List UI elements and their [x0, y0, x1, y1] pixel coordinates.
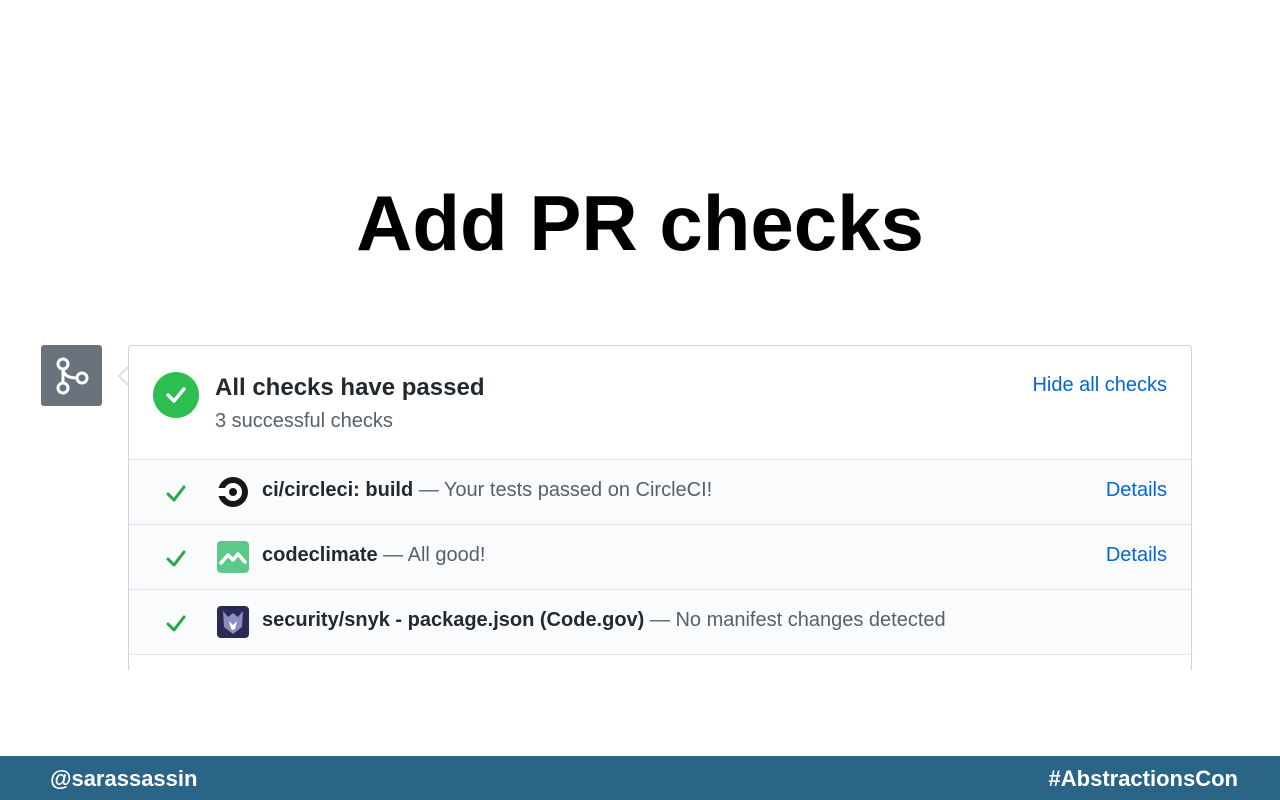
event-hashtag: #AbstractionsCon	[1048, 766, 1238, 791]
checks-panel: All checks have passed 3 successful chec…	[128, 345, 1192, 670]
check-circle-icon	[153, 372, 199, 418]
checks-status-title: All checks have passed	[215, 374, 485, 401]
hide-all-checks-link[interactable]: Hide all checks	[1032, 374, 1167, 397]
check-row: ci/circleci: build — Your tests passed o…	[129, 460, 1191, 525]
checks-header: All checks have passed 3 successful chec…	[129, 346, 1191, 460]
details-link[interactable]: Details	[1106, 479, 1167, 502]
check-name: ci/circleci: build	[262, 479, 414, 501]
check-name: codeclimate	[262, 544, 378, 566]
codeclimate-logo-icon	[217, 541, 249, 573]
slide: Add PR checks All checks have passed 3 s…	[0, 0, 1280, 800]
details-link[interactable]: Details	[1106, 544, 1167, 567]
check-text: codeclimate — All good!	[262, 544, 485, 567]
check-description: — Your tests passed on CircleCI!	[418, 479, 713, 501]
check-row: codeclimate — All good! Details	[129, 525, 1191, 590]
check-row: security/snyk - package.json (Code.gov) …	[129, 590, 1191, 655]
git-merge-icon	[41, 345, 102, 406]
check-name: security/snyk - package.json (Code.gov)	[262, 609, 645, 631]
check-description: — No manifest changes detected	[649, 609, 946, 631]
check-icon	[166, 615, 186, 632]
check-text: ci/circleci: build — Your tests passed o…	[262, 479, 712, 502]
check-icon	[166, 550, 186, 567]
footer-bar: @sarassassin #AbstractionsCon	[0, 756, 1280, 800]
snyk-logo-icon	[217, 606, 249, 638]
circleci-logo-icon	[217, 476, 249, 508]
checks-count: 3 successful checks	[215, 410, 393, 432]
check-icon	[166, 485, 186, 502]
speaker-handle: @sarassassin	[50, 766, 198, 791]
check-description: — All good!	[383, 544, 486, 566]
slide-title: Add PR checks	[356, 179, 924, 267]
check-text: security/snyk - package.json (Code.gov) …	[262, 609, 946, 632]
